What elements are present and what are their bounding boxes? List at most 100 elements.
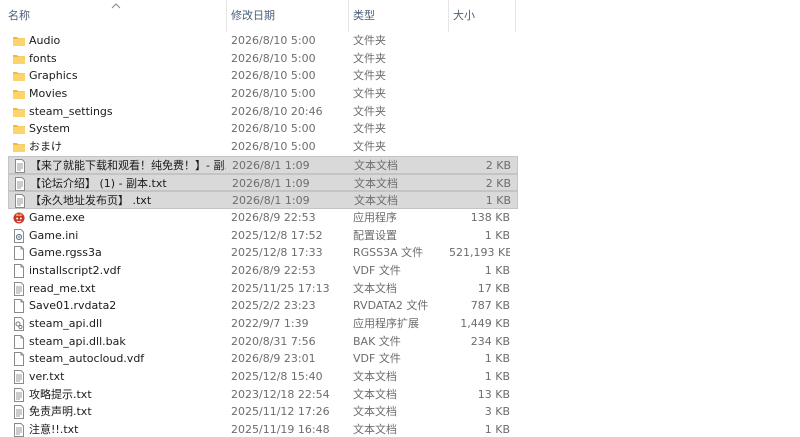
column-header-date[interactable]: 修改日期 — [227, 0, 349, 32]
file-date: 2026/8/9 22:53 — [231, 263, 316, 277]
column-header-size[interactable]: 大小 — [449, 0, 516, 32]
folder-icon — [12, 52, 26, 66]
file-row[interactable]: ver.txt 2025/12/8 15:40 文本文档 1 KB — [8, 368, 518, 386]
file-row[interactable]: 注意!!.txt 2025/11/19 16:48 文本文档 1 KB — [8, 421, 518, 437]
file-row[interactable]: Audio 2026/8/10 5:00 文件夹 — [8, 32, 518, 50]
file-name: Audio — [29, 34, 61, 47]
file-size: 138 KB — [470, 210, 510, 224]
file-type: 应用程序 — [353, 210, 397, 224]
file-row[interactable]: Save01.rvdata2 2025/2/2 23:23 RVDATA2 文件 78… — [8, 297, 518, 315]
file-date: 2026/8/10 5:00 — [231, 69, 316, 83]
file-row[interactable]: steam_api.dll.bak 2020/8/31 7:56 BAK 文件 234… — [8, 333, 518, 351]
file-list: Audio 2026/8/10 5:00 文件夹 fonts 2026/8/10 5:0… — [8, 32, 518, 437]
file-type: VDF 文件 — [353, 352, 401, 366]
blank-file-icon — [12, 334, 26, 349]
file-row[interactable]: Game.rgss3a 2025/12/8 17:33 RGSS3A 文件 521,1… — [8, 244, 518, 262]
file-date: 2026/8/1 1:09 — [232, 176, 310, 190]
file-row[interactable]: installscript2.vdf 2026/8/9 22:53 VDF 文件 1 … — [8, 262, 518, 280]
file-type: RGSS3A 文件 — [353, 246, 424, 260]
game-exe-icon — [12, 211, 26, 225]
file-type: 文本文档 — [353, 423, 397, 437]
file-date: 2020/8/31 7:56 — [231, 334, 316, 348]
file-date: 2026/8/10 5:00 — [231, 51, 316, 65]
file-size — [449, 120, 510, 137]
file-name: おまけ — [29, 140, 62, 154]
file-date: 2026/8/9 22:53 — [231, 210, 316, 224]
file-size: 521,193 KB — [449, 246, 510, 260]
file-date: 2025/11/12 17:26 — [231, 405, 330, 419]
file-row[interactable]: Game.ini 2025/12/8 17:52 配置设置 1 KB — [8, 227, 518, 245]
file-row[interactable]: steam_settings 2026/8/10 20:46 文件夹 — [8, 103, 518, 121]
folder-icon — [12, 140, 26, 154]
file-type: 文件夹 — [353, 140, 386, 154]
file-name: Game.ini — [29, 228, 79, 242]
file-row[interactable]: fonts 2026/8/10 5:00 文件夹 — [8, 50, 518, 68]
column-header-type[interactable]: 类型 — [349, 0, 449, 32]
file-size: 787 KB — [470, 299, 510, 313]
file-name: System — [29, 122, 71, 136]
file-row[interactable]: steam_autocloud.vdf 2026/8/9 23:01 VDF 文件 1… — [8, 350, 518, 368]
column-header-type-label: 类型 — [353, 9, 375, 22]
file-size: 1 KB — [484, 423, 510, 437]
file-name: steam_api.dll — [29, 317, 103, 330]
file-size — [449, 32, 510, 49]
file-row[interactable]: 【来了就能下载和观看！纯免费！】- 副... 2026/8/1 1:09 文本文档 2… — [8, 155, 518, 174]
file-date: 2026/8/10 5:00 — [231, 87, 316, 101]
file-name: Movies — [29, 87, 68, 101]
file-type: 文件夹 — [353, 34, 386, 47]
folder-icon — [12, 69, 26, 83]
file-size: 3 KB — [484, 405, 510, 419]
sort-ascending-icon — [110, 1, 122, 9]
file-name: 【论坛介绍】 (1) - 副本.txt — [30, 176, 167, 190]
file-row[interactable]: 【论坛介绍】 (1) - 副本.txt 2026/8/1 1:09 文本文档 2 KB — [8, 173, 518, 192]
file-size: 17 KB — [477, 281, 510, 295]
blank-file-icon — [12, 246, 26, 261]
file-size: 1 KB — [484, 228, 510, 242]
text-file-icon — [13, 176, 27, 191]
file-row[interactable]: Movies 2026/8/10 5:00 文件夹 — [8, 85, 518, 103]
file-name: Save01.rvdata2 — [29, 299, 117, 313]
file-row[interactable]: Graphics 2026/8/10 5:00 文件夹 — [8, 67, 518, 85]
file-date: 2026/8/1 1:09 — [232, 158, 310, 172]
file-name: Game.exe — [29, 210, 85, 224]
file-name: ver.txt — [29, 370, 65, 384]
file-date: 2026/8/10 5:00 — [231, 122, 316, 136]
folder-icon — [12, 122, 26, 136]
file-name: steam_api.dll.bak — [29, 334, 126, 348]
text-file-icon — [13, 194, 27, 209]
file-size — [449, 85, 510, 102]
file-name: 【永久地址发布页】 .txt — [30, 194, 152, 208]
file-row[interactable]: read_me.txt 2025/11/25 17:13 文本文档 17 KB — [8, 280, 518, 298]
column-header: 名称 修改日期 类型 大小 — [0, 0, 800, 32]
file-row[interactable]: 免责声明.txt 2025/11/12 17:26 文本文档 3 KB — [8, 403, 518, 421]
file-type: 文件夹 — [353, 51, 386, 65]
file-size: 2 KB — [485, 158, 511, 172]
file-date: 2025/12/8 17:52 — [231, 228, 323, 242]
file-name: steam_settings — [29, 104, 113, 118]
file-size: 1 KB — [485, 194, 511, 208]
file-type: VDF 文件 — [353, 263, 401, 277]
file-row[interactable]: 攻略提示.txt 2023/12/18 22:54 文本文档 13 KB — [8, 386, 518, 404]
file-size — [449, 103, 510, 120]
blank-file-icon — [12, 263, 26, 278]
file-row[interactable]: 【永久地址发布页】 .txt 2026/8/1 1:09 文本文档 1 KB — [8, 191, 518, 209]
file-type: 应用程序扩展 — [353, 317, 419, 330]
file-date: 2025/11/25 17:13 — [231, 281, 330, 295]
file-row[interactable]: おまけ 2026/8/10 5:00 文件夹 — [8, 138, 518, 156]
file-row[interactable]: Game.exe 2026/8/9 22:53 应用程序 138 KB — [8, 209, 518, 227]
file-row[interactable]: System 2026/8/10 5:00 文件夹 — [8, 120, 518, 138]
file-date: 2025/2/2 23:23 — [231, 299, 316, 313]
column-header-name[interactable]: 名称 — [0, 0, 227, 32]
file-date: 2026/8/10 5:00 — [231, 34, 316, 47]
file-type: 文件夹 — [353, 87, 386, 101]
file-type: 文本文档 — [354, 194, 398, 208]
file-date: 2025/12/8 15:40 — [231, 370, 323, 384]
file-row[interactable]: steam_api.dll 2022/9/7 1:39 应用程序扩展 1,449 KB — [8, 315, 518, 333]
file-name: fonts — [29, 51, 57, 65]
file-name: 注意!!.txt — [29, 423, 79, 437]
file-date: 2026/8/9 23:01 — [231, 352, 316, 366]
file-name: Game.rgss3a — [29, 246, 102, 260]
file-size: 1 KB — [484, 352, 510, 366]
file-size: 1 KB — [484, 263, 510, 277]
text-file-icon — [13, 158, 27, 173]
